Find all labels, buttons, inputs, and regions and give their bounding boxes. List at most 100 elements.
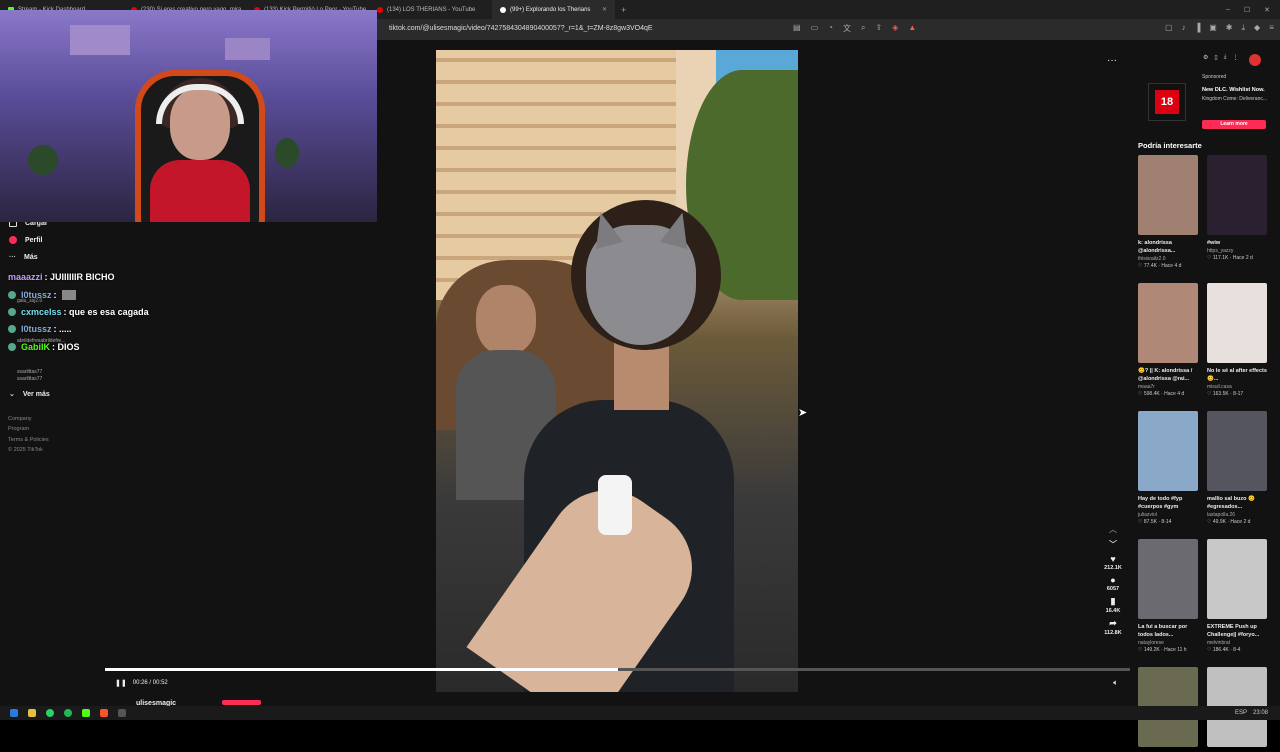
video-thumbnail[interactable] <box>1138 155 1198 235</box>
chat-text: : ..... <box>53 324 72 334</box>
card-stats: ♡ 117.1K · Hace 2 d <box>1207 255 1253 261</box>
start-icon[interactable] <box>10 709 18 717</box>
plant <box>275 138 299 168</box>
share-icon[interactable]: ➦ <box>1109 618 1117 629</box>
following-account[interactable]: ssarilttas77 <box>17 369 42 375</box>
tab-label: (134) LOS THERIANS - YouTube <box>387 6 476 13</box>
reader-icon[interactable]: ▤ <box>793 23 801 34</box>
chat-message: cxmcelss: que es esa cagada <box>8 307 149 317</box>
maximize-icon[interactable]: ☐ <box>1244 6 1250 14</box>
more-options-icon[interactable]: ··· <box>1107 55 1117 66</box>
sponsored-title[interactable]: New DLC. Wishlist Now. <box>1202 87 1265 93</box>
footer-link[interactable]: Company <box>8 416 32 422</box>
url-field[interactable]: tiktok.com/@ulisesmagic/video/7427584304… <box>389 25 653 32</box>
chat-user: l0tussz <box>21 324 52 334</box>
card-stats: ♡ 49.9K · Hace 2 d <box>1207 519 1251 525</box>
nav-item-profile[interactable]: Perfil <box>9 236 43 244</box>
close-window-icon[interactable]: ✕ <box>1264 6 1270 14</box>
language-indicator[interactable]: ESP <box>1235 710 1247 716</box>
kick-icon[interactable] <box>82 709 90 717</box>
emote-icon <box>61 290 76 300</box>
video-thumbnail[interactable] <box>1138 539 1198 619</box>
chevron-down-icon[interactable]: ﹀ <box>1109 539 1117 550</box>
follow-button[interactable] <box>222 700 261 705</box>
card-stats: ♡ 149.2K · Hace 11 h <box>1138 647 1187 653</box>
microphone <box>598 475 632 535</box>
recommendation-card[interactable]: EXTREME Push up Challenge|| #foryo... mel… <box>1207 539 1267 653</box>
comment-icon[interactable]: ● <box>1110 575 1115 585</box>
video-thumbnail[interactable] <box>1207 283 1267 363</box>
sidebar-icon[interactable]: ▐ <box>1195 23 1201 33</box>
pause-icon[interactable]: ❚❚ <box>115 679 127 687</box>
recommendation-card[interactable]: No le sé al after effects 😊... misuil.cas… <box>1207 283 1267 397</box>
screenshot-icon[interactable]: ▭ <box>811 23 819 34</box>
chevron-down-icon: ⌄ <box>9 391 15 398</box>
tiktok-icon <box>500 6 506 13</box>
rewards-icon[interactable]: ▲ <box>908 23 916 34</box>
clock[interactable]: 23:08 <box>1253 710 1268 716</box>
video-thumbnail[interactable] <box>1207 539 1267 619</box>
brave-icon[interactable] <box>100 709 108 717</box>
sponsored-thumbnail[interactable]: 18 <box>1148 83 1186 121</box>
spotify-icon[interactable] <box>64 709 72 717</box>
bookmark-count: 16.4K <box>1105 608 1121 614</box>
new-tab-icon[interactable]: + <box>615 5 632 15</box>
bystander-face <box>476 285 536 355</box>
download-app-icon[interactable]: ⤓ <box>1224 54 1227 61</box>
share-page-icon[interactable]: ⇪ <box>875 23 882 34</box>
recommendation-card[interactable]: #wiw https_yazzy ♡ 117.1K · Hace 2 d <box>1207 155 1267 261</box>
minimize-icon[interactable]: – <box>1226 6 1230 14</box>
lens-icon[interactable]: ◔ <box>828 23 833 34</box>
vpn-icon[interactable]: ◆ <box>1254 23 1260 33</box>
translate-icon[interactable]: 文 <box>843 23 851 34</box>
see-more-link[interactable]: ⌄ Ver más <box>9 390 50 399</box>
card-stats: ♡ 77.4K · Hace 4 d <box>1138 263 1182 269</box>
close-tab-icon[interactable]: ✕ <box>602 6 607 13</box>
recommendation-card[interactable]: La fui a buscar por todos lados... natayl… <box>1138 539 1198 653</box>
avatar[interactable] <box>1249 54 1261 66</box>
card-title: #wiw <box>1207 240 1221 246</box>
sponsored-label: Sponsored <box>1202 74 1227 80</box>
chat-message: l0tussz: <box>8 290 76 300</box>
obs-icon[interactable] <box>118 709 126 717</box>
video-thumbnail[interactable] <box>1138 283 1198 363</box>
zoom-icon[interactable]: ⌕ <box>861 23 865 34</box>
video-thumbnail[interactable] <box>1207 155 1267 235</box>
settings-icon[interactable]: ⚙ <box>1203 54 1208 61</box>
sidebar-header-icons: ⚙ ▯ ⤓ ⋮ <box>1203 54 1238 61</box>
footer-link[interactable]: Program <box>8 426 29 432</box>
more-icon[interactable]: ⋮ <box>1232 54 1238 61</box>
nav-item-more[interactable]: ··· Más <box>9 254 38 261</box>
following-account-handle: ssarilttas77 <box>17 376 43 382</box>
heart-icon[interactable]: ♥ <box>1110 554 1115 564</box>
chat-text: : JUIIIIIIR BICHO <box>44 272 115 282</box>
card-author: lastapolla.26 <box>1207 512 1236 518</box>
extensions-icon[interactable]: ✱ <box>1226 23 1233 33</box>
recommendation-card[interactable]: 😊? || K: alondrissa / @alondrissa @rai..… <box>1138 283 1198 397</box>
whatsapp-icon[interactable] <box>46 709 54 717</box>
footer-link[interactable]: Terms & Policies <box>8 437 49 443</box>
download-icon[interactable]: ⤓ <box>1242 23 1246 33</box>
bookmark-icon[interactable]: ▮ <box>1111 596 1116 607</box>
volume-icon[interactable]: 🔈︎ <box>1113 678 1118 688</box>
recommendation-card[interactable]: k: alondrissa @alondrissa... thisisrailz2… <box>1138 155 1198 269</box>
chat-text: : que es esa cagada <box>63 307 149 317</box>
menu-icon[interactable]: ≡ <box>1269 23 1274 33</box>
learn-more-button[interactable]: Learn more <box>1202 120 1266 129</box>
brave-shield-icon[interactable]: ◈ <box>892 23 898 34</box>
phone-icon[interactable]: ▯ <box>1214 54 1217 61</box>
video-player[interactable] <box>436 50 798 692</box>
tab-search-icon[interactable]: ▢ <box>1165 23 1173 33</box>
chevron-up-icon[interactable]: ︿ <box>1109 524 1117 535</box>
recommendation-card[interactable]: Hay de todo #fyp #cuerpos #gym juliazviol… <box>1138 411 1198 525</box>
progress-bar[interactable] <box>105 668 1130 671</box>
music-icon[interactable]: ♪ <box>1182 23 1186 33</box>
browser-tab[interactable]: (134) LOS THERIANS - YouTube <box>369 0 492 19</box>
explorer-icon[interactable] <box>28 709 36 717</box>
video-thumbnail[interactable] <box>1138 411 1198 491</box>
recommendations-title: Podría interesarte <box>1138 141 1202 150</box>
wallet-icon[interactable]: ▣ <box>1209 23 1217 33</box>
video-thumbnail[interactable] <box>1207 411 1267 491</box>
recommendation-card[interactable]: mallio sal buzo 😊 #egresados... lastapoll… <box>1207 411 1267 525</box>
browser-tab-active[interactable]: (99+) Explorando los Therians ✕ <box>492 0 615 19</box>
